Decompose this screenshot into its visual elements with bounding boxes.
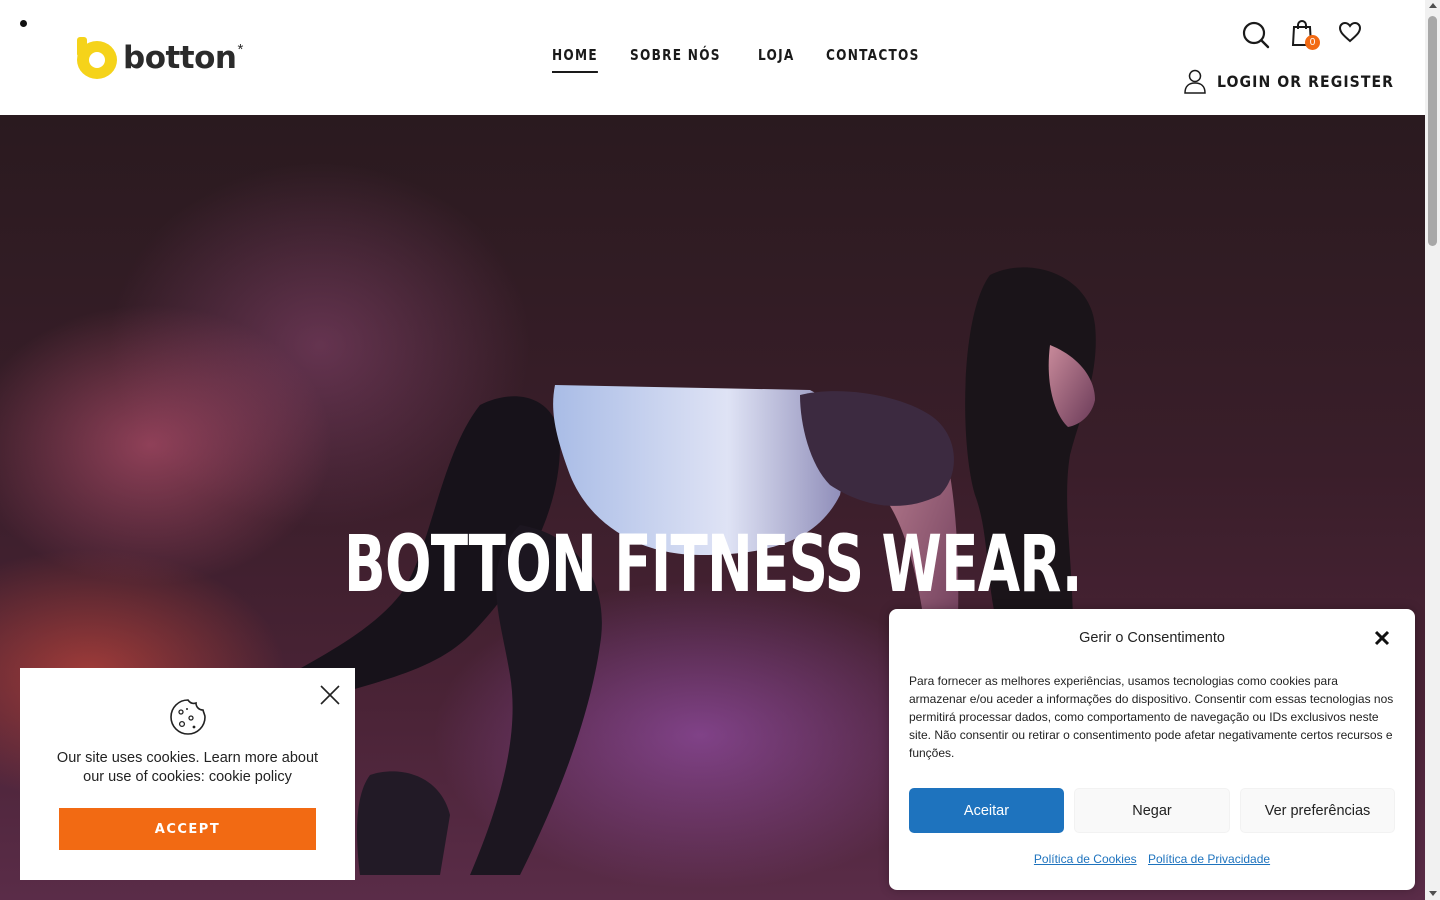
site-header: botton * HOME SOBRE NÓS LOJA CONTACTOS 0… [0, 0, 1425, 115]
hero-title: BOTTON FITNESS WEAR. [343, 520, 1083, 610]
cart-count-badge: 0 [1305, 35, 1320, 50]
cookie-accept-button[interactable]: ACCEPT [59, 808, 316, 850]
user-icon [1184, 69, 1206, 94]
close-icon[interactable] [318, 683, 342, 707]
cookie-icon [170, 699, 206, 735]
nav-item-contactos[interactable]: CONTACTOS [826, 46, 920, 73]
logo-text: botton [123, 40, 237, 76]
consent-dialog: Gerir o Consentimento Para fornecer as m… [889, 609, 1415, 890]
logo-mark-icon [77, 37, 119, 79]
cookie-policy-link[interactable]: Política de Cookies [1034, 852, 1137, 866]
scroll-up-arrow-icon[interactable] [1429, 3, 1437, 8]
site-logo[interactable]: botton * [77, 36, 243, 80]
consent-description: Para fornecer as melhores experiências, … [909, 674, 1394, 760]
scroll-down-arrow-icon[interactable] [1429, 891, 1437, 896]
consent-accept-button[interactable]: Aceitar [909, 788, 1064, 833]
nav-item-loja[interactable]: LOJA [758, 46, 795, 73]
close-icon[interactable] [1374, 630, 1390, 646]
scrollbar-thumb[interactable] [1428, 16, 1437, 246]
search-icon[interactable] [1241, 20, 1271, 50]
list-bullet [20, 20, 27, 27]
main-nav: HOME SOBRE NÓS LOJA CONTACTOS [552, 46, 930, 73]
cart-button[interactable]: 0 [1290, 19, 1322, 51]
nav-item-sobre-nos[interactable]: SOBRE NÓS [630, 46, 721, 73]
consent-links: Política de Cookies Política de Privacid… [889, 852, 1415, 866]
heart-icon[interactable] [1338, 21, 1362, 43]
consent-title: Gerir o Consentimento [1079, 630, 1225, 646]
cookie-notice-text: Our site uses cookies. Learn more about … [56, 750, 319, 785]
consent-deny-button[interactable]: Negar [1074, 788, 1230, 833]
consent-preferences-button[interactable]: Ver preferências [1240, 788, 1395, 833]
page-scrollbar[interactable] [1425, 0, 1440, 900]
nav-item-home[interactable]: HOME [552, 46, 598, 73]
logo-star: * [237, 40, 244, 58]
login-register-link[interactable]: LOGIN OR REGISTER [1183, 68, 1418, 94]
privacy-policy-link[interactable]: Política de Privacidade [1148, 852, 1270, 866]
cookie-notice: Our site uses cookies. Learn more about … [20, 668, 355, 880]
login-label: LOGIN OR REGISTER [1217, 71, 1395, 91]
